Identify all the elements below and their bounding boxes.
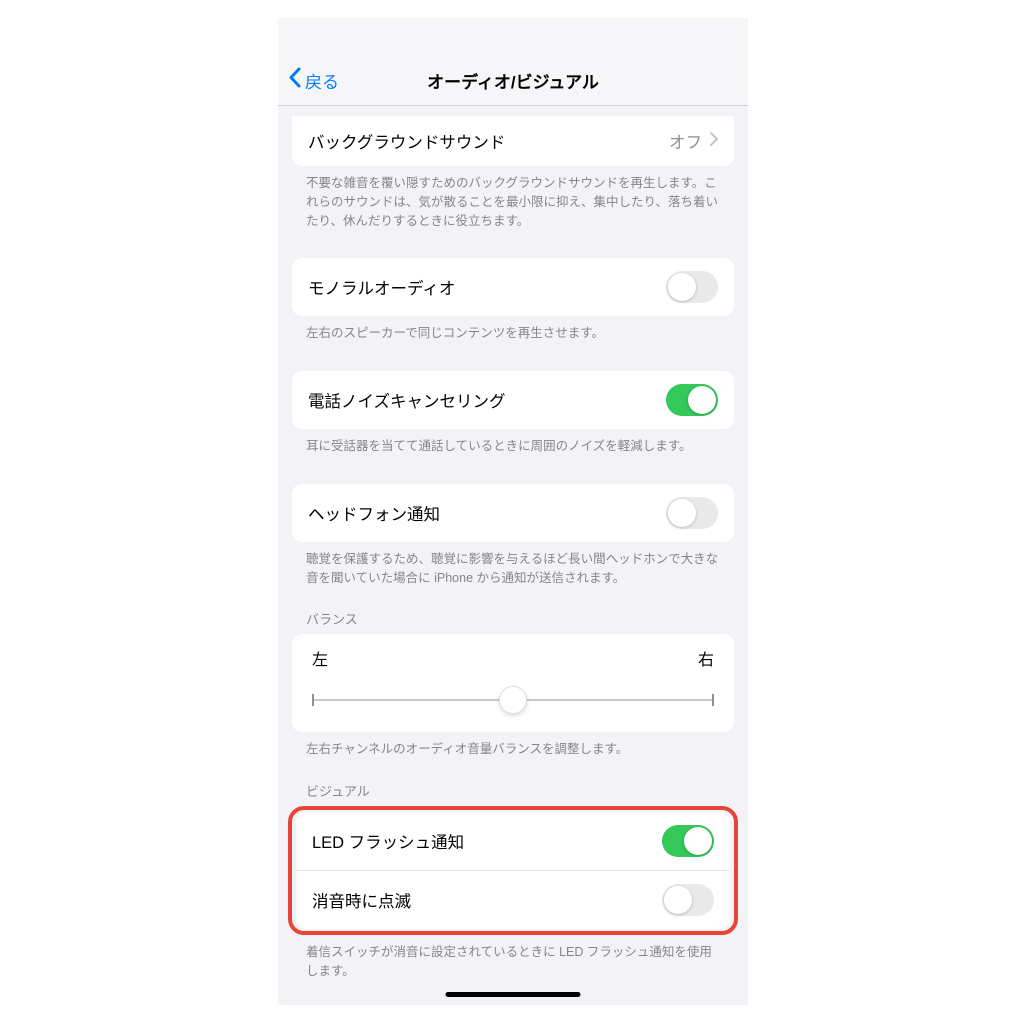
mono-audio-toggle[interactable] xyxy=(666,271,718,303)
balance-header: バランス xyxy=(278,587,748,634)
visual-group: LED フラッシュ通知 消音時に点滅 xyxy=(296,812,730,929)
navbar: 戻る オーディオ/ビジュアル xyxy=(278,18,748,106)
headphone-notify-footer: 聴覚を保護するため、聴覚に影響を与えるほど長い間ヘッドホンで大きな音を聞いていた… xyxy=(278,542,748,588)
visual-footer: 着信スイッチが消音に設定されているときに LED フラッシュ通知を使用します。 xyxy=(278,935,748,981)
balance-cell: 左 右 xyxy=(292,634,734,732)
balance-footer: 左右チャンネルのオーディオ音量バランスを調整します。 xyxy=(278,732,748,759)
chevron-left-icon xyxy=(288,67,301,93)
mono-audio-label: モノラルオーディオ xyxy=(308,275,455,299)
background-sounds-label: バックグラウンドサウンド xyxy=(308,129,505,153)
led-flash-toggle[interactable] xyxy=(662,825,714,857)
settings-screen: 戻る オーディオ/ビジュアル バックグラウンドサウンド オフ 不要な雑音を覆い隠… xyxy=(278,18,748,1005)
noise-cancel-label: 電話ノイズキャンセリング xyxy=(308,388,506,412)
balance-left-label: 左 xyxy=(312,646,328,670)
home-indicator[interactable] xyxy=(446,992,581,997)
headphone-notify-toggle[interactable] xyxy=(666,497,718,529)
content: バックグラウンドサウンド オフ 不要な雑音を覆い隠すためのバックグラウンドサウン… xyxy=(278,106,748,981)
background-sounds-cell[interactable]: バックグラウンドサウンド オフ xyxy=(292,116,734,166)
balance-slider[interactable] xyxy=(312,686,714,714)
mono-audio-footer: 左右のスピーカーで同じコンテンツを再生させます。 xyxy=(278,316,748,343)
background-sounds-footer: 不要な雑音を覆い隠すためのバックグラウンドサウンドを再生します。これらのサウンド… xyxy=(278,166,748,230)
balance-right-label: 右 xyxy=(698,646,714,670)
visual-header: ビジュアル xyxy=(278,759,748,806)
flash-on-silent-label: 消音時に点滅 xyxy=(312,888,411,912)
highlight-box: LED フラッシュ通知 消音時に点滅 xyxy=(288,806,738,935)
flash-on-silent-toggle[interactable] xyxy=(662,884,714,916)
mono-audio-cell: モノラルオーディオ xyxy=(292,258,734,316)
headphone-notify-label: ヘッドフォン通知 xyxy=(308,501,440,525)
background-sounds-value: オフ xyxy=(669,129,718,153)
back-button[interactable]: 戻る xyxy=(288,67,339,93)
back-label: 戻る xyxy=(305,68,339,93)
flash-on-silent-cell: 消音時に点滅 xyxy=(296,870,730,929)
noise-cancel-cell: 電話ノイズキャンセリング xyxy=(292,371,734,429)
page-title: オーディオ/ビジュアル xyxy=(278,68,748,93)
led-flash-cell: LED フラッシュ通知 xyxy=(296,812,730,870)
led-flash-label: LED フラッシュ通知 xyxy=(312,829,464,853)
noise-cancel-footer: 耳に受話器を当てて通話しているときに周囲のノイズを軽減します。 xyxy=(278,429,748,456)
headphone-notify-cell: ヘッドフォン通知 xyxy=(292,484,734,542)
noise-cancel-toggle[interactable] xyxy=(666,384,718,416)
chevron-right-icon xyxy=(710,132,718,151)
balance-slider-thumb[interactable] xyxy=(499,686,527,714)
